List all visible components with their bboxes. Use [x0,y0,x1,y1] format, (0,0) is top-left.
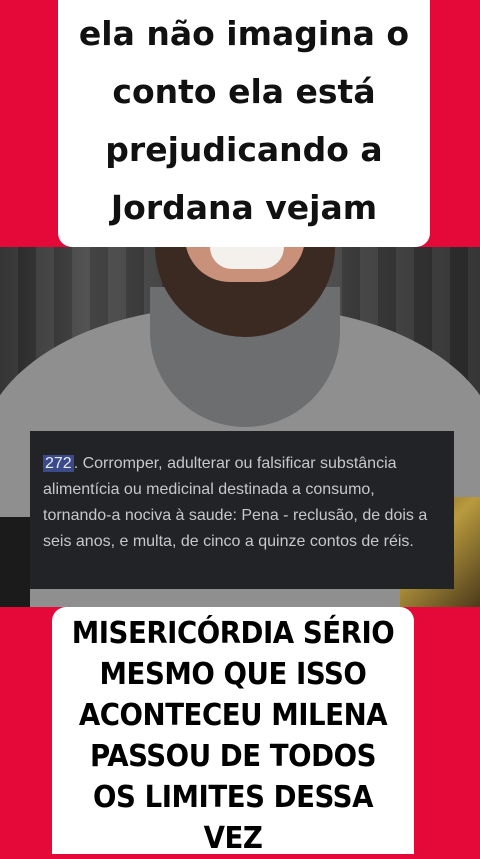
bottom-caption-card: MISERICÓRDIA SÉRIO MESMO QUE ISSO ACONTE… [52,607,414,856]
top-caption-card: ela não imagina o conto ela está prejudi… [58,0,430,247]
article-number: 272 [43,455,74,472]
dark-prop [0,517,30,607]
person-mouth [210,247,284,269]
bottom-caption: MISERICÓRDIA SÉRIO MESMO QUE ISSO ACONTE… [71,616,395,856]
top-caption: ela não imagina o conto ela está prejudi… [78,13,410,227]
article-text: . Corromper, adulterar ou falsificar sub… [43,455,428,550]
legal-text-overlay: 272. Corromper, adulterar ou falsificar … [30,431,454,589]
